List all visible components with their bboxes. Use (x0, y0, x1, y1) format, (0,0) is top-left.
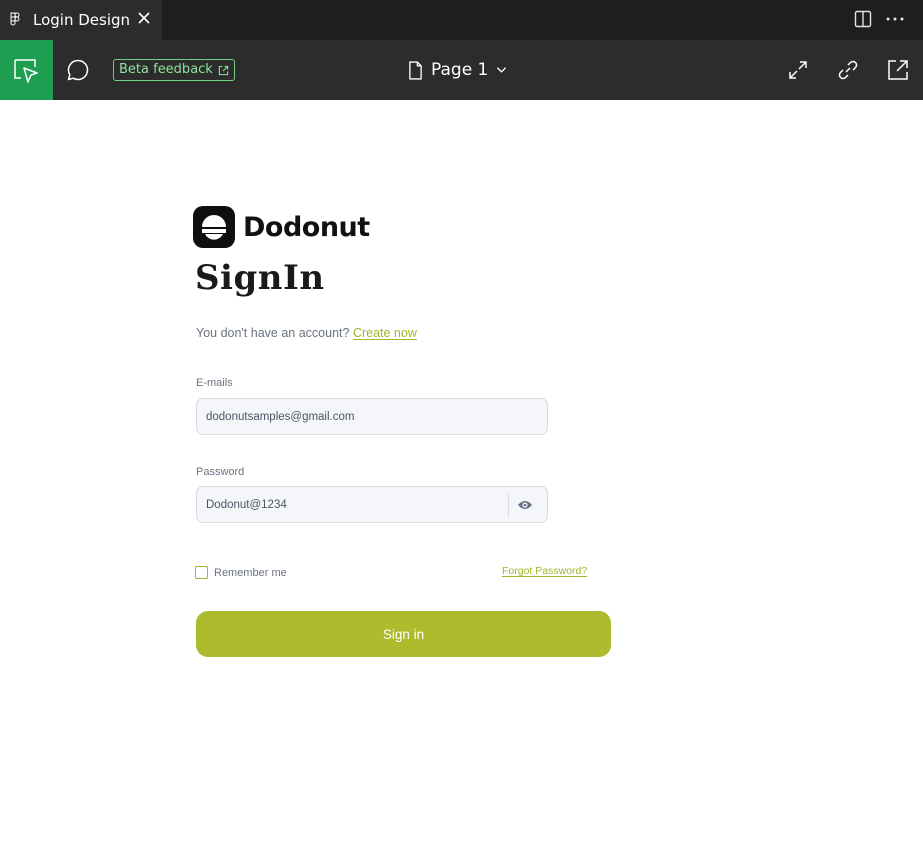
external-link-icon (218, 65, 229, 75)
close-icon[interactable] (137, 11, 151, 25)
share-out-icon[interactable] (887, 59, 909, 81)
eye-icon[interactable] (517, 499, 533, 511)
password-label: Password (196, 466, 245, 478)
account-prompt: You don't have an account? (196, 326, 350, 340)
password-field[interactable]: Dodonut@1234 (196, 486, 548, 523)
remember-label: Remember me (214, 566, 287, 579)
select-tool-button[interactable] (0, 40, 53, 100)
tab-login-design[interactable]: Login Design (0, 0, 162, 40)
beta-feedback-label: Beta feedback (119, 62, 213, 77)
email-field[interactable]: dodonutsamples@gmail.com (196, 398, 548, 435)
page-switcher[interactable]: Page 1 (408, 58, 507, 82)
comment-icon[interactable] (66, 58, 90, 82)
more-icon[interactable] (885, 11, 905, 27)
remember-checkbox[interactable] (195, 566, 208, 579)
field-divider (508, 493, 509, 517)
page-label: Page 1 (431, 60, 489, 80)
beta-feedback-button[interactable]: Beta feedback (113, 59, 235, 81)
chevron-down-icon (497, 67, 507, 73)
remember-me[interactable]: Remember me (195, 566, 287, 579)
password-value: Dodonut@1234 (206, 498, 287, 511)
sign-in-button[interactable]: Sign in (196, 611, 611, 657)
tab-title: Login Design (33, 11, 131, 29)
account-prompt-line: You don't have an account? Create now (196, 326, 417, 340)
brand-name: Dodonut (243, 211, 370, 243)
email-value: dodonutsamples@gmail.com (206, 410, 355, 423)
brand: Dodonut (193, 206, 370, 248)
cursor-select-icon (14, 59, 38, 83)
tab-bar: Login Design (0, 0, 923, 40)
dodonut-logo (193, 206, 235, 248)
page-title: SignIn (195, 258, 325, 298)
email-label: E-mails (196, 377, 233, 389)
link-icon[interactable] (837, 59, 859, 81)
forgot-password-link[interactable]: Forgot Password? (502, 565, 587, 577)
figma-icon (10, 12, 20, 26)
page-icon (409, 60, 422, 80)
expand-icon[interactable] (788, 60, 808, 80)
toolbar: Beta feedback Page 1 (0, 40, 923, 100)
sign-in-label: Sign in (382, 626, 425, 642)
split-view-icon[interactable] (854, 10, 872, 28)
create-now-link[interactable]: Create now (353, 326, 417, 340)
